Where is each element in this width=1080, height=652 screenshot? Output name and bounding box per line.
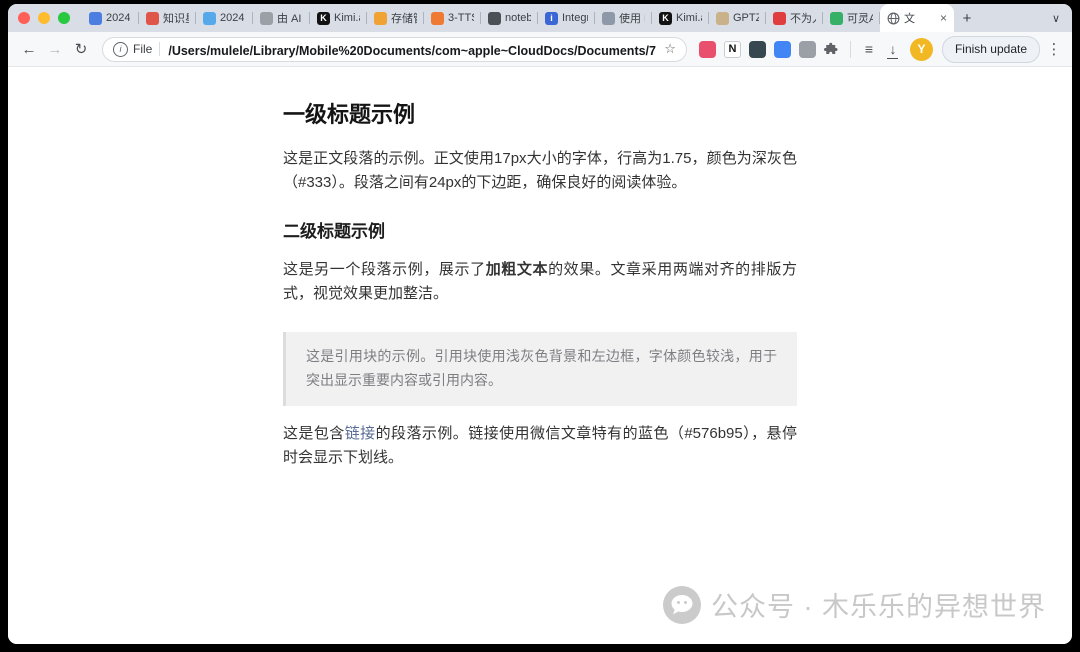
- paragraph-3: 这是包含链接的段落示例。链接使用微信文章特有的蓝色（#576b95），悬停时会显…: [283, 422, 797, 470]
- blockquote: 这是引用块的示例。引用块使用浅灰色背景和左边框，字体颜色较浅，用于突出显示重要内…: [283, 332, 797, 406]
- paragraph-2-text: 这是另一个段落示例，展示了: [283, 261, 486, 278]
- toolbar-divider: [850, 41, 851, 58]
- bold-text: 加粗文本: [486, 261, 548, 278]
- paragraph-1: 这是正文段落的示例。正文使用17px大小的字体，行高为1.75，颜色为深灰色（#…: [283, 147, 797, 195]
- address-bar[interactable]: i File /Users/mulele/Library/Mobile%20Do…: [102, 37, 687, 62]
- tab-label: 2024: [220, 12, 244, 24]
- wechat-icon: [663, 586, 701, 624]
- watermark-text: 公众号 · 木乐乐的异想世界: [711, 585, 1046, 624]
- tab-label: 不为人: [790, 10, 816, 26]
- tab-label: 2024: [106, 12, 130, 24]
- extensions-puzzle-icon[interactable]: [820, 37, 844, 61]
- favicon: [260, 12, 273, 25]
- tab-14[interactable]: 可灵A: [823, 4, 880, 32]
- favicon: [716, 12, 729, 25]
- tab-2[interactable]: 知识星: [139, 4, 196, 32]
- tab-4[interactable]: 由 AI: [253, 4, 310, 32]
- tab-label: Integr: [562, 12, 588, 24]
- minimize-window-button[interactable]: [38, 12, 50, 24]
- tab-5[interactable]: K Kimi.a: [310, 4, 367, 32]
- favicon: [203, 12, 216, 25]
- paragraph-3-text: 这是包含: [283, 425, 345, 442]
- url-text[interactable]: /Users/mulele/Library/Mobile%20Documents…: [168, 40, 656, 59]
- heading-2: 二级标题示例: [283, 217, 797, 242]
- tab-list-icon[interactable]: ≡: [857, 37, 881, 61]
- zoom-window-button[interactable]: [58, 12, 70, 24]
- file-scheme-chip: File: [133, 42, 152, 56]
- paragraph-2: 这是另一个段落示例，展示了加粗文本的效果。文章采用两端对齐的排版方式，视觉效果更…: [283, 258, 797, 306]
- favicon: i: [545, 12, 558, 25]
- chip-divider: [159, 42, 160, 56]
- tab-strip: 2024 知识星 2024 由 AI K Kimi.a 存储管: [8, 4, 1072, 32]
- browser-menu-icon[interactable]: ⋮: [1044, 40, 1064, 58]
- favicon: [830, 12, 843, 25]
- bookmark-star-icon[interactable]: ☆: [664, 41, 676, 57]
- page-info-icon[interactable]: i: [113, 42, 128, 57]
- tab-search-chevron[interactable]: ∨: [1052, 4, 1060, 32]
- heading-1: 一级标题示例: [283, 97, 797, 129]
- page-content: 一级标题示例 这是正文段落的示例。正文使用17px大小的字体，行高为1.75，颜…: [8, 67, 1072, 644]
- favicon: [374, 12, 387, 25]
- tab-6[interactable]: 存储管: [367, 4, 424, 32]
- tab-7[interactable]: 3-TTS: [424, 4, 481, 32]
- extension-icon-3[interactable]: [774, 41, 791, 58]
- finish-update-button[interactable]: Finish update: [942, 36, 1040, 63]
- forward-button[interactable]: →: [42, 36, 68, 62]
- tab-label: 由 AI: [277, 10, 301, 26]
- tab-active[interactable]: 文 ×: [880, 4, 954, 32]
- back-button[interactable]: ←: [16, 36, 42, 62]
- inline-link[interactable]: 链接: [345, 425, 376, 442]
- document-body: 一级标题示例 这是正文段落的示例。正文使用17px大小的字体，行高为1.75，颜…: [283, 67, 797, 470]
- tab-9[interactable]: i Integr: [538, 4, 595, 32]
- tab-label: Kimi.a: [334, 12, 360, 24]
- extension-icon-2[interactable]: [749, 41, 766, 58]
- new-tab-button[interactable]: +: [954, 4, 980, 32]
- favicon: [431, 12, 444, 25]
- tab-12[interactable]: GPTZ: [709, 4, 766, 32]
- kimi-favicon: K: [659, 12, 672, 25]
- tab-1[interactable]: 2024: [82, 4, 139, 32]
- favicon: [773, 12, 786, 25]
- tab-10[interactable]: 使用 P: [595, 4, 652, 32]
- favicon: [602, 12, 615, 25]
- tab-label: 3-TTS: [448, 12, 474, 24]
- tab-label: Kimi.a: [676, 12, 702, 24]
- tab-13[interactable]: 不为人: [766, 4, 823, 32]
- extension-icon-1[interactable]: [699, 41, 716, 58]
- close-tab-icon[interactable]: ×: [940, 12, 947, 24]
- reload-button[interactable]: ↻: [68, 36, 94, 62]
- close-window-button[interactable]: [18, 12, 30, 24]
- traffic-lights: [18, 12, 70, 24]
- tab-8[interactable]: noteb: [481, 4, 538, 32]
- tab-label: 存储管: [391, 10, 417, 26]
- favicon: [146, 12, 159, 25]
- watermark: 公众号 · 木乐乐的异想世界: [663, 585, 1046, 624]
- tab-3[interactable]: 2024: [196, 4, 253, 32]
- download-icon[interactable]: ↓: [881, 37, 905, 61]
- globe-icon: [887, 12, 900, 25]
- browser-toolbar: ← → ↻ i File /Users/mulele/Library/Mobil…: [8, 32, 1072, 67]
- tabs: 2024 知识星 2024 由 AI K Kimi.a 存储管: [82, 4, 980, 32]
- tab-label: 文: [904, 10, 915, 26]
- tab-label: 使用 P: [619, 10, 645, 26]
- notion-extension-icon[interactable]: N: [724, 41, 741, 58]
- tab-label: GPTZ: [733, 12, 759, 24]
- favicon: [89, 12, 102, 25]
- tab-11[interactable]: K Kimi.a: [652, 4, 709, 32]
- extension-icon-4[interactable]: [799, 41, 816, 58]
- tab-label: noteb: [505, 12, 531, 24]
- browser-window: 2024 知识星 2024 由 AI K Kimi.a 存储管: [8, 4, 1072, 644]
- tab-label: 可灵A: [847, 10, 873, 26]
- profile-avatar[interactable]: Y: [910, 38, 933, 61]
- kimi-favicon: K: [317, 12, 330, 25]
- favicon: [488, 12, 501, 25]
- tab-label: 知识星: [163, 10, 189, 26]
